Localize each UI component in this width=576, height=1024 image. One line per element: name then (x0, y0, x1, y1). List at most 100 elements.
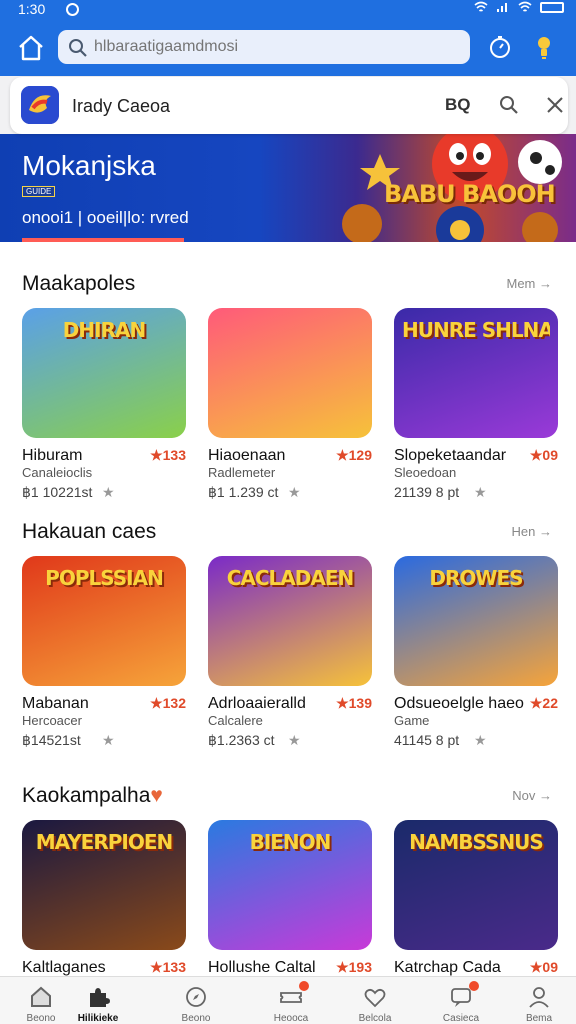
game-thumbnail[interactable]: NAMBSSNUS (394, 820, 558, 950)
see-more-link[interactable]: Nov → (512, 788, 552, 803)
game-card[interactable]: MAYERPIOEN Kaltlaganes ★133 (22, 820, 186, 976)
game-category: Sleoedoan (394, 465, 457, 480)
game-rating: ★193 (336, 959, 372, 975)
hero-logo-text: BABU BAOOH (384, 180, 556, 208)
game-rating: ★22 (529, 695, 558, 711)
card-search-button[interactable] (499, 95, 519, 115)
game-thumbnail[interactable]: BIENON (208, 820, 372, 950)
tab-label: Heooca (273, 1013, 309, 1024)
heart-icon (364, 988, 386, 1008)
home-icon (31, 986, 51, 1007)
bottom-tab-bar: Beono Hilikieke Beono Heooca Belcola Cas… (0, 976, 576, 1024)
hero-banner[interactable]: Mokanjska GUIDE onooi1 | ooeil|lo: rvred… (0, 134, 576, 242)
search-bar[interactable] (58, 30, 470, 64)
status-bar: 1:30 (0, 0, 576, 20)
tab-label: Hilikieke (77, 1013, 119, 1024)
star-icon: ★ (474, 484, 487, 500)
status-time: 1:30 (18, 1, 46, 17)
game-thumbnail[interactable]: POPLSSIAN (22, 556, 186, 686)
tab-label: Casieca (442, 1013, 480, 1024)
hero-subtitle: onooi1 | ooeil|lo: rvred (22, 208, 189, 227)
timer-button[interactable] (488, 35, 512, 59)
main-content: Maakapoles Mem → DHIRAN Hiburam ★133 Can… (0, 242, 576, 976)
section-title: Maakapoles (22, 272, 136, 295)
section-title: Kaokampalha♥ (22, 784, 163, 808)
game-thumbnail[interactable]: HUNRE SHLNAN (394, 308, 558, 438)
notification-dot-icon (66, 3, 79, 16)
game-downloads: 21139 8 pt (394, 484, 460, 500)
game-name: Hiaoenaan (208, 447, 286, 464)
game-name: Slopeketaandar (394, 447, 507, 464)
game-name: Katrchap Cada (394, 959, 501, 976)
game-card[interactable]: POPLSSIAN Mabanan ★132 Hercoacer ฿14521s… (22, 556, 186, 748)
star-icon: ★ (288, 484, 301, 500)
game-downloads: ฿1 10221st (22, 484, 93, 500)
game-card[interactable]: BIENON Hollushe Caltal ★193 (208, 820, 372, 976)
game-downloads: ฿14521st (22, 732, 81, 748)
tab-chat[interactable]: Casieca (420, 977, 502, 1024)
tab-puzzle[interactable]: Hilikieke (57, 977, 139, 1024)
game-name: Hollushe Caltal (208, 959, 316, 976)
star-icon: ★ (102, 732, 115, 748)
app-card[interactable]: Irady Caeoa BQ (10, 77, 568, 134)
game-name: Kaltlaganes (22, 959, 106, 976)
tab-explore[interactable]: Beono (155, 977, 237, 1024)
puzzle-icon (90, 988, 110, 1007)
game-banner-text: POPLSSIAN (45, 566, 164, 590)
see-more-label: Nov (512, 788, 536, 803)
tab-favorites[interactable]: Belcola (334, 977, 416, 1024)
section-title: Hakauan caes (22, 520, 157, 543)
person-icon (529, 987, 549, 1008)
tab-label: Bema (525, 1013, 553, 1024)
game-card[interactable]: NAMBSSNUS Katrchap Cada ★09 (394, 820, 558, 976)
game-thumbnail[interactable]: DHIRAN (22, 308, 186, 438)
see-more-label: Mem (506, 276, 536, 291)
game-thumbnail[interactable]: MAYERPIOEN (22, 820, 186, 950)
game-card[interactable]: HUNRE SHLNAN Slopeketaandar ★09 Sleoedoa… (394, 308, 558, 500)
game-card[interactable]: Hiaoenaan ★129 Radlemeter ฿1 1.239 ct ★ (208, 308, 372, 500)
tab-label: Beono (181, 1013, 211, 1024)
lightbulb-button[interactable] (534, 34, 554, 62)
home-button[interactable] (16, 34, 46, 62)
game-name: Mabanan (22, 695, 89, 712)
game-banner-text: HUNRE SHLNAN (402, 318, 550, 342)
close-button[interactable] (546, 96, 564, 114)
game-downloads: ฿1 1.239 ct (208, 484, 279, 500)
notification-badge (299, 981, 309, 991)
tab-label: Belcola (358, 1013, 392, 1024)
game-rating: ★139 (336, 695, 372, 711)
hero-tag: GUIDE (22, 186, 56, 197)
game-downloads: 41145 8 pt (394, 732, 460, 748)
game-thumbnail[interactable]: CACLADAEN (208, 556, 372, 686)
game-category: Radlemeter (208, 465, 276, 480)
game-banner-text: DHIRAN (62, 318, 146, 342)
see-more-link[interactable]: Hen → (512, 524, 552, 539)
game-thumbnail[interactable] (208, 308, 372, 438)
game-banner-text: MAYERPIOEN (35, 830, 174, 854)
game-card[interactable]: DHIRAN Hiburam ★133 Canaleioclis ฿1 1022… (22, 308, 186, 500)
signal-icon (497, 3, 507, 12)
star-icon: ★ (474, 732, 487, 748)
game-card[interactable]: DROWES Odsueoelgle haeo ★22 Game 41145 8… (394, 556, 558, 748)
code-button[interactable]: BQ (445, 95, 471, 115)
tab-tickets[interactable]: Heooca (250, 977, 332, 1024)
search-input[interactable] (94, 34, 454, 60)
game-name: Adrloaaieralld (208, 695, 306, 712)
tab-profile[interactable]: Bema (498, 977, 576, 1024)
heart-icon: ♥ (150, 784, 163, 807)
game-card[interactable]: CACLADAEN Adrloaaieralld ★139 Calcalere … (208, 556, 372, 748)
battery-icon (540, 1, 564, 13)
see-more-link[interactable]: Mem → (506, 276, 552, 291)
game-category: Canaleioclis (22, 465, 93, 480)
hero-title: Mokanjska (22, 150, 156, 181)
game-thumbnail[interactable]: DROWES (394, 556, 558, 686)
section-title-text: Kaokampalha (22, 784, 151, 807)
game-name: Odsueoelgle haeo (394, 695, 524, 712)
game-rating: ★133 (150, 447, 186, 463)
game-downloads: ฿1.2363 ct (208, 732, 275, 748)
game-category: Calcalere (208, 713, 263, 728)
game-banner-text: CACLADAEN (226, 566, 355, 590)
game-banner-text: NAMBSSNUS (409, 830, 544, 854)
compass-icon (186, 987, 206, 1007)
game-category: Hercoacer (22, 713, 82, 728)
